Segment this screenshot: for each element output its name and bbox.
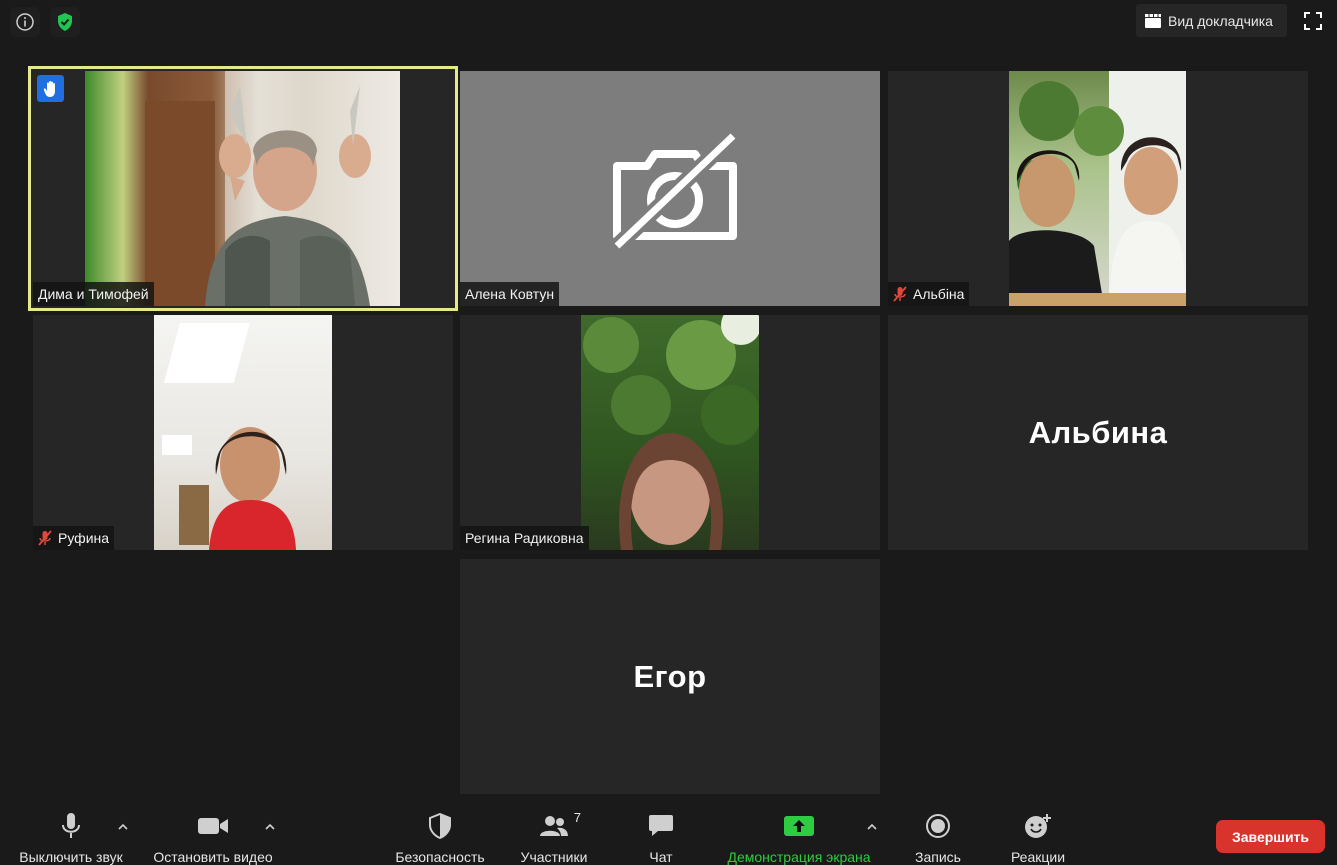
- video-label: Остановить видео: [153, 849, 273, 865]
- participant-name-display: Альбина: [1028, 414, 1168, 450]
- participant-name: Алена Ковтун: [465, 286, 555, 302]
- mic-muted-icon: [38, 530, 52, 546]
- share-label: Демонстрация экрана: [727, 849, 871, 865]
- security-button[interactable]: Безопасность: [390, 802, 490, 864]
- participant-tile[interactable]: Егор: [460, 559, 880, 794]
- shield-check-icon: [58, 13, 72, 31]
- video-camera-icon: [198, 818, 228, 834]
- record-icon-wrap: [925, 802, 951, 850]
- chat-icon: [649, 815, 673, 836]
- video-frame-shapes: [145, 71, 400, 306]
- participant-name: Альбіна: [913, 286, 965, 302]
- microphone-icon: [62, 813, 80, 838]
- participant-video: [154, 315, 332, 550]
- participant-name-tag: Регина Радиковна: [460, 526, 589, 550]
- participant-name: Регина Радиковна: [465, 530, 584, 546]
- participant-tile[interactable]: Дима и Тимофей: [28, 66, 458, 311]
- record-icon: [926, 814, 950, 838]
- speaker-view-button[interactable]: Вид докладчика: [1136, 4, 1287, 37]
- participant-name-display: Егор: [633, 658, 707, 694]
- video-options-caret[interactable]: [263, 820, 277, 834]
- participant-tile[interactable]: Алена Ковтун: [460, 71, 880, 306]
- security-label: Безопасность: [395, 849, 485, 865]
- video-frame-shapes: [1009, 71, 1186, 306]
- share-screen-button[interactable]: Демонстрация экрана: [719, 802, 879, 864]
- participant-tile[interactable]: Руфина: [33, 315, 453, 550]
- meeting-info-button[interactable]: [10, 7, 40, 37]
- speaker-view-label: Вид докладчика: [1168, 12, 1273, 29]
- participant-name: Дима и Тимофей: [38, 286, 149, 302]
- participant-video: [581, 315, 759, 550]
- participant-video: [1009, 71, 1186, 306]
- info-icon: [16, 13, 34, 31]
- fullscreen-icon: [1304, 12, 1322, 30]
- security-icon-wrap: [428, 802, 452, 850]
- participant-tile[interactable]: Альбіна: [888, 71, 1308, 306]
- camera-off-icon: [609, 128, 741, 254]
- chevron-up-icon: [118, 823, 128, 830]
- participants-label: Участники: [520, 849, 588, 865]
- raised-hand-icon: [43, 80, 55, 97]
- mute-label: Выключить звук: [19, 849, 123, 865]
- record-label: Запись: [915, 849, 961, 865]
- chevron-up-icon: [265, 823, 275, 830]
- video-frame-shapes: [583, 315, 759, 550]
- reactions-label: Реакции: [1010, 849, 1066, 865]
- participants-count: 7: [573, 810, 581, 825]
- video-icon-wrap: [197, 802, 229, 850]
- participant-name-tag: Руфина: [33, 526, 115, 550]
- participant-name-tag: Альбіна: [888, 282, 970, 306]
- participant-name-tag: Алена Ковтун: [460, 282, 560, 306]
- participant-video: [85, 71, 400, 306]
- share-options-caret[interactable]: [865, 820, 879, 834]
- share-icon-wrap: [784, 802, 814, 850]
- fullscreen-button[interactable]: [1300, 8, 1326, 34]
- top-bar: Вид докладчика: [0, 0, 1337, 44]
- video-frame-shapes: [162, 323, 296, 550]
- participant-name-tag: Дима и Тимофей: [33, 282, 154, 306]
- mic-muted-icon: [893, 286, 907, 302]
- stop-video-button[interactable]: Остановить видео: [148, 802, 278, 864]
- reactions-button[interactable]: Реакции: [1003, 802, 1073, 864]
- encryption-button[interactable]: [50, 7, 80, 37]
- reactions-icon-wrap: [1024, 802, 1052, 850]
- participant-tile[interactable]: Альбина: [888, 315, 1308, 550]
- audio-options-caret[interactable]: [116, 820, 130, 834]
- smiley-plus-icon: [1025, 814, 1051, 838]
- participants-button[interactable]: 7 Участники: [514, 802, 594, 864]
- share-screen-icon: [784, 816, 814, 836]
- participant-tile[interactable]: Регина Радиковна: [460, 315, 880, 550]
- chat-label: Чат: [649, 849, 673, 865]
- participants-icon: [540, 816, 568, 836]
- mute-icon-wrap: [60, 802, 82, 850]
- record-button[interactable]: Запись: [908, 802, 968, 864]
- participants-icon-wrap: 7: [539, 802, 581, 850]
- chat-button[interactable]: Чат: [636, 802, 686, 864]
- meeting-toolbar: Выключить звук Остановить видео Безопасн…: [0, 802, 1337, 864]
- raise-hand-badge: [37, 75, 64, 102]
- chevron-up-icon: [867, 823, 877, 830]
- mute-button[interactable]: Выключить звук: [12, 802, 130, 864]
- speaker-view-icon: [1145, 13, 1161, 28]
- end-meeting-button[interactable]: Завершить: [1216, 820, 1325, 853]
- participant-name: Руфина: [58, 530, 110, 546]
- shield-icon: [429, 813, 451, 839]
- chat-icon-wrap: [648, 802, 674, 850]
